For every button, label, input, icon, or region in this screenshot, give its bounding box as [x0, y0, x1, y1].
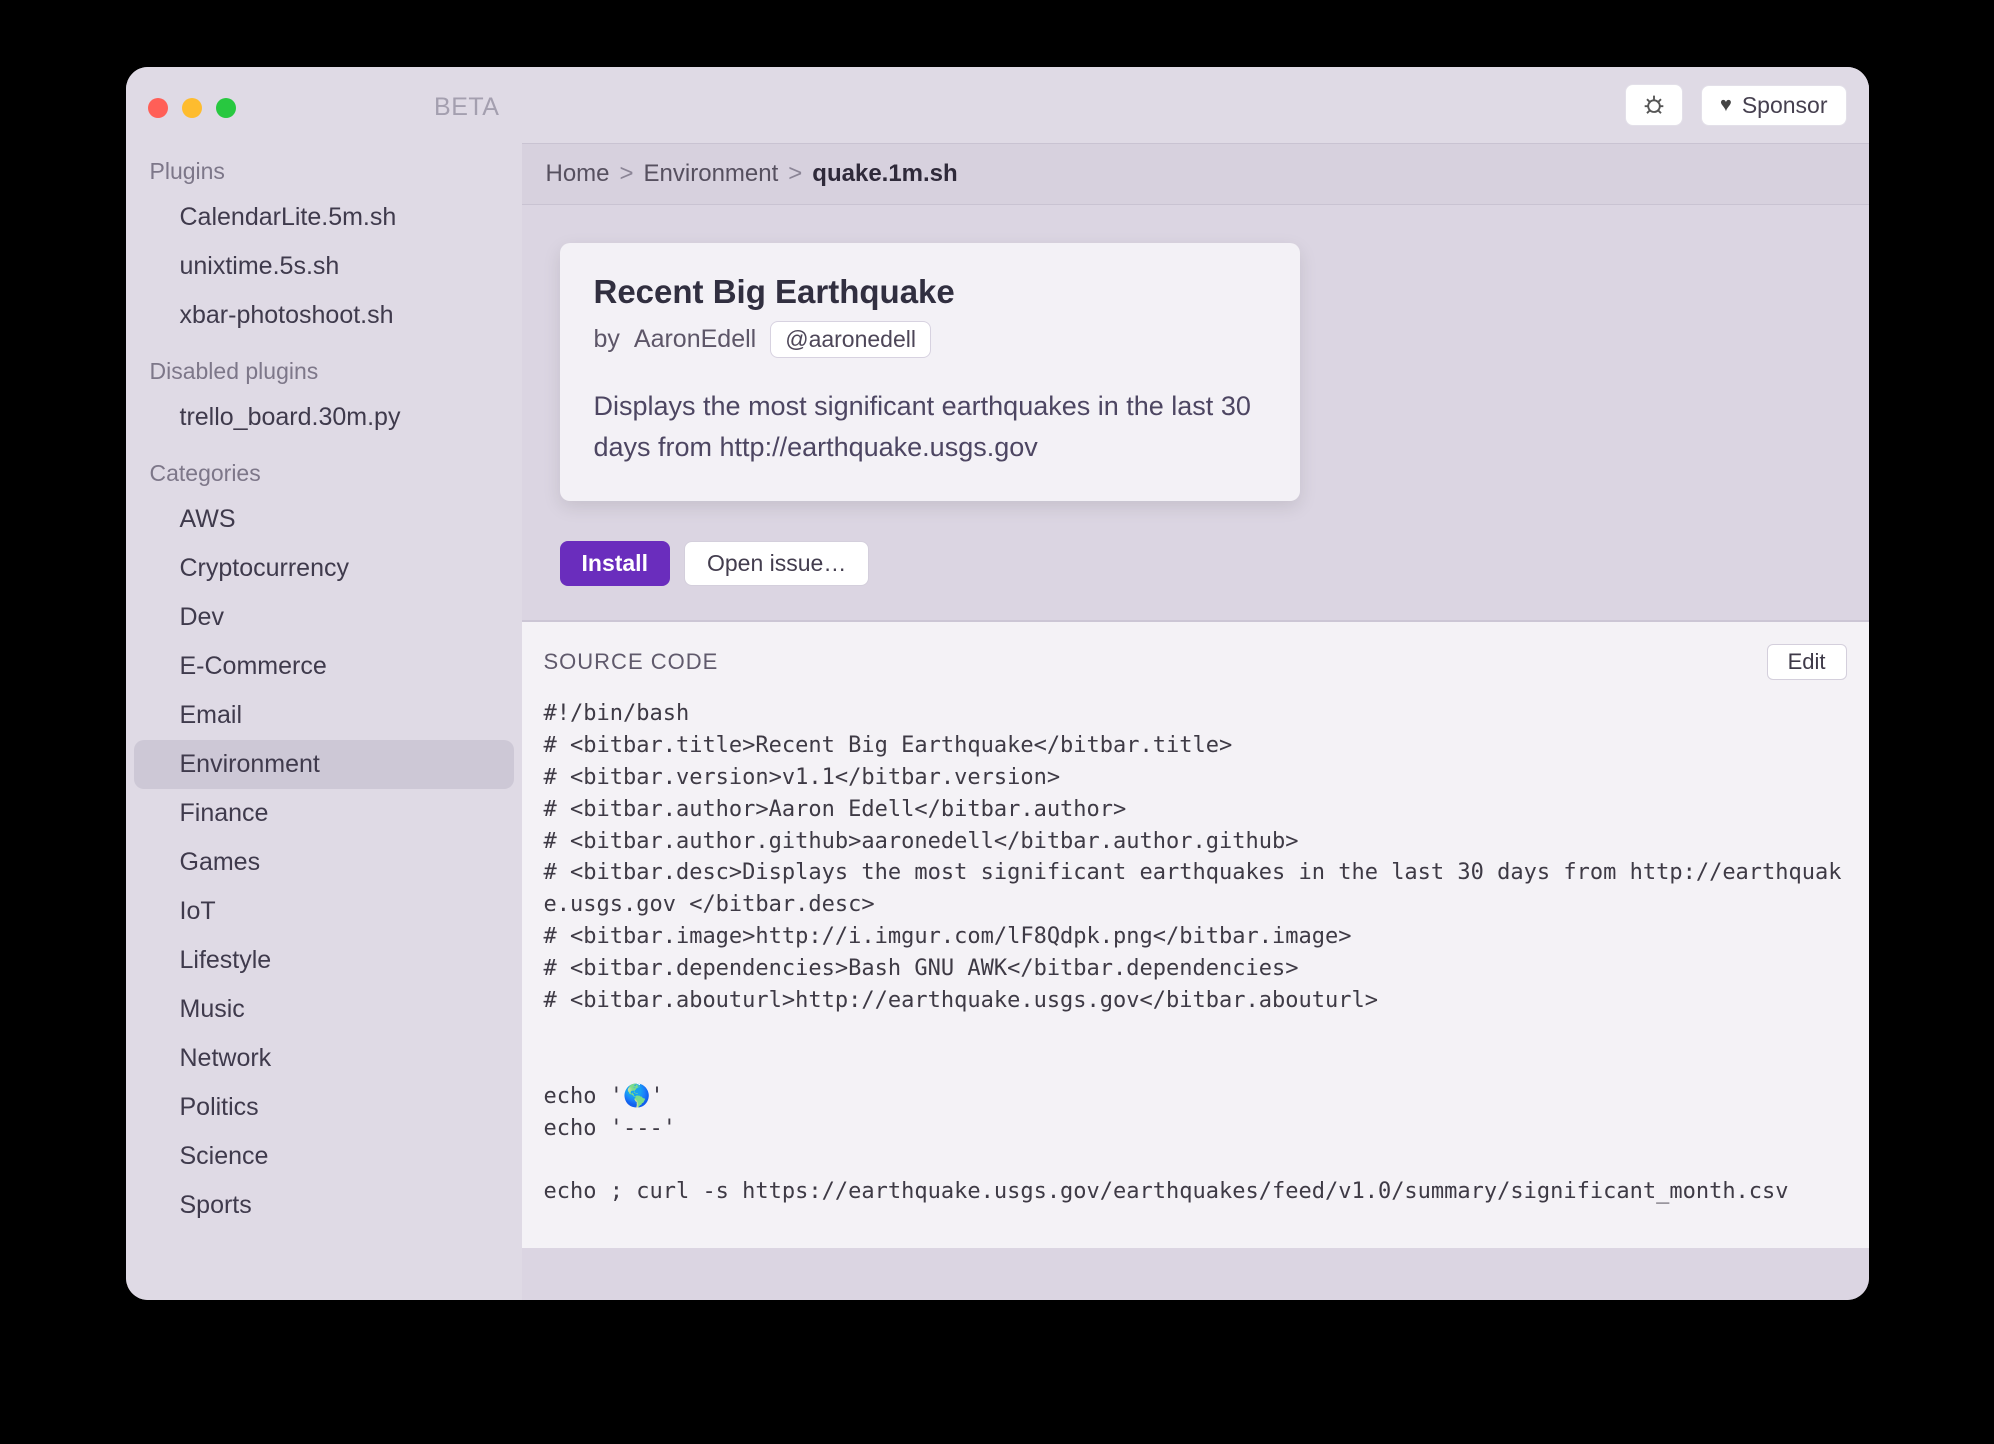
main-panel: ♥ Sponsor Home > Environment > quake.1m.sh R…: [522, 67, 1869, 1300]
sidebar-category-item[interactable]: Sports: [134, 1181, 514, 1230]
window-close-button[interactable]: [148, 98, 168, 118]
plugin-author: AaronEdell: [634, 325, 756, 354]
sidebar: BETA Plugins CalendarLite.5m.shunixtime.…: [126, 67, 522, 1300]
categories-header: Categories: [126, 442, 522, 495]
sponsor-label: Sponsor: [1742, 92, 1828, 119]
window-zoom-button[interactable]: [216, 98, 236, 118]
traffic-lights: [148, 98, 236, 118]
disabled-plugins-header: Disabled plugins: [126, 340, 522, 393]
sidebar-category-item[interactable]: Dev: [134, 593, 514, 642]
sidebar-category-item[interactable]: E-Commerce: [134, 642, 514, 691]
plugins-header: Plugins: [126, 140, 522, 193]
plugin-byline: by AaronEdell @aaronedell: [594, 321, 1266, 358]
content-scroll[interactable]: Recent Big Earthquake by AaronEdell @aar…: [522, 205, 1869, 1300]
sidebar-category-item[interactable]: Network: [134, 1034, 514, 1083]
sidebar-category-item[interactable]: Politics: [134, 1083, 514, 1132]
source-block: SOURCE CODE Edit #!/bin/bash # <bitbar.t…: [522, 620, 1869, 1248]
source-head: SOURCE CODE Edit: [522, 622, 1869, 698]
sidebar-plugin-item[interactable]: CalendarLite.5m.sh: [134, 193, 514, 242]
sidebar-category-item[interactable]: Environment: [134, 740, 514, 789]
sidebar-category-item[interactable]: IoT: [134, 887, 514, 936]
breadcrumb-sep: >: [620, 160, 634, 187]
report-bug-button[interactable]: [1625, 84, 1683, 126]
sidebar-disabled-plugin-item[interactable]: trello_board.30m.py: [134, 393, 514, 442]
breadcrumb-link[interactable]: Environment: [644, 160, 779, 187]
plugin-description: Displays the most significant earthquake…: [594, 386, 1266, 467]
heart-icon: ♥: [1720, 94, 1732, 117]
sponsor-button[interactable]: ♥ Sponsor: [1701, 85, 1847, 126]
sidebar-category-item[interactable]: Games: [134, 838, 514, 887]
titlebar: BETA: [126, 85, 522, 140]
sidebar-category-item[interactable]: Music: [134, 985, 514, 1034]
source-code[interactable]: #!/bin/bash # <bitbar.title>Recent Big E…: [522, 698, 1869, 1208]
sidebar-category-item[interactable]: Email: [134, 691, 514, 740]
plugin-title: Recent Big Earthquake: [594, 273, 1266, 311]
breadcrumb-current: quake.1m.sh: [812, 160, 957, 187]
sidebar-category-item[interactable]: Science: [134, 1132, 514, 1181]
window-minimize-button[interactable]: [182, 98, 202, 118]
sidebar-plugin-item[interactable]: unixtime.5s.sh: [134, 242, 514, 291]
install-button[interactable]: Install: [560, 541, 670, 586]
beta-badge: BETA: [434, 93, 499, 122]
plugin-card: Recent Big Earthquake by AaronEdell @aar…: [560, 243, 1300, 501]
sidebar-category-item[interactable]: AWS: [134, 495, 514, 544]
by-prefix: by: [594, 325, 620, 354]
breadcrumb: Home > Environment > quake.1m.sh: [522, 143, 1869, 205]
sidebar-category-item[interactable]: Lifestyle: [134, 936, 514, 985]
sidebar-plugin-item[interactable]: xbar-photoshoot.sh: [134, 291, 514, 340]
breadcrumb-sep: >: [788, 160, 802, 187]
breadcrumb-link[interactable]: Home: [546, 160, 610, 187]
author-handle-button[interactable]: @aaronedell: [770, 321, 931, 358]
app-window: BETA Plugins CalendarLite.5m.shunixtime.…: [126, 67, 1869, 1300]
bug-icon: [1640, 91, 1668, 119]
action-row: Install Open issue…: [560, 541, 1869, 586]
source-title: SOURCE CODE: [544, 649, 719, 675]
sidebar-category-item[interactable]: Cryptocurrency: [134, 544, 514, 593]
open-issue-button[interactable]: Open issue…: [684, 541, 869, 586]
topbar: ♥ Sponsor: [522, 67, 1869, 143]
edit-button[interactable]: Edit: [1767, 644, 1847, 680]
sidebar-category-item[interactable]: Finance: [134, 789, 514, 838]
